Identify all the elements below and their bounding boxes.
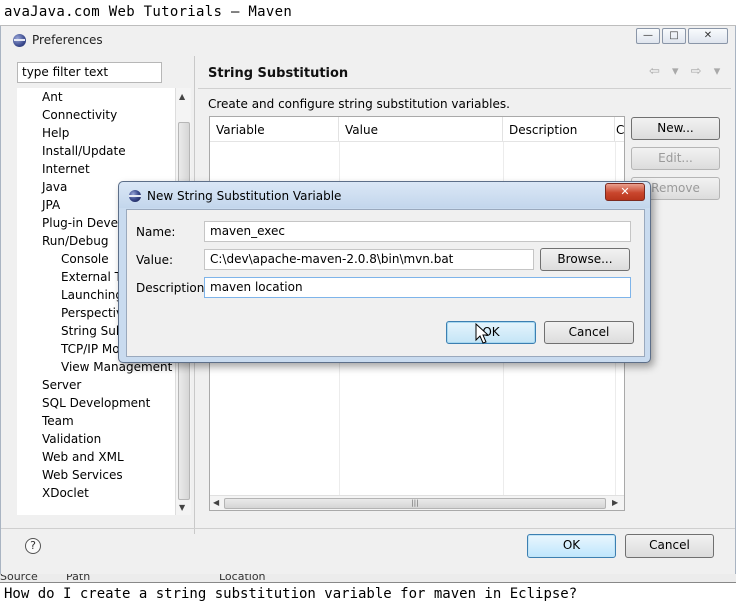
page-title: String Substitution — [208, 66, 349, 81]
name-field[interactable]: maven_exec — [204, 221, 631, 242]
tree-item-web-services[interactable]: Web Services — [42, 468, 123, 482]
tree-item-web-and-xml[interactable]: Web and XML — [42, 450, 124, 464]
column-header-c[interactable]: C — [610, 117, 624, 142]
tree-item-internet[interactable]: Internet — [42, 162, 90, 176]
eclipse-icon — [13, 34, 26, 47]
scroll-left-arrow-icon[interactable]: ◀ — [213, 498, 219, 507]
dialog-ok-button[interactable]: OK — [446, 321, 536, 344]
tree-item-server[interactable]: Server — [42, 378, 81, 392]
table-scroll-thumb[interactable]: ||| — [224, 498, 606, 509]
dialog-body: Name: maven_exec Value: C:\dev\apache-ma… — [126, 209, 645, 357]
tree-item-launching[interactable]: Launching — [61, 288, 123, 302]
filter-input[interactable]: type filter text — [17, 62, 162, 83]
tree-item-help[interactable]: Help — [42, 126, 69, 140]
new-button[interactable]: New... — [631, 117, 720, 140]
dialog-titlebar: New String Substitution Variable ✕ — [119, 182, 650, 208]
dialog-close-button[interactable]: ✕ — [605, 183, 645, 201]
tutorial-question-bar: How do I create a string substitution va… — [0, 582, 736, 606]
value-label: Value: — [136, 253, 173, 267]
dialog-title: New String Substitution Variable — [147, 189, 342, 203]
preferences-title: Preferences — [32, 33, 103, 47]
eclipse-icon — [129, 190, 141, 202]
tutorial-title: avaJava.com Web Tutorials – Maven — [4, 4, 293, 20]
tree-item-tcpip-monitor[interactable]: TCP/IP Mo — [61, 342, 120, 356]
tree-item-plugin-development[interactable]: Plug-in Develo — [42, 216, 129, 230]
column-header-description[interactable]: Description — [503, 117, 615, 142]
preferences-cancel-button[interactable]: Cancel — [625, 534, 714, 558]
scroll-right-arrow-icon[interactable]: ▶ — [612, 498, 618, 507]
preferences-ok-button[interactable]: OK — [527, 534, 616, 558]
column-header-variable[interactable]: Variable — [210, 117, 339, 142]
column-header-value[interactable]: Value — [339, 117, 503, 142]
tree-item-run-debug[interactable]: Run/Debug — [42, 234, 109, 248]
new-variable-dialog: New String Substitution Variable ✕ Name:… — [118, 181, 651, 363]
description-field[interactable]: maven location — [204, 277, 631, 298]
minimize-button[interactable]: — — [636, 28, 660, 44]
tree-item-install-update[interactable]: Install/Update — [42, 144, 126, 158]
tree-item-team[interactable]: Team — [42, 414, 74, 428]
page-divider — [198, 88, 731, 89]
tree-item-jpa[interactable]: JPA — [42, 198, 60, 212]
tree-item-ant[interactable]: Ant — [42, 90, 63, 104]
page-description: Create and configure string substitution… — [208, 97, 510, 111]
preferences-titlebar: Preferences — □ ✕ — [1, 26, 735, 54]
scroll-down-arrow-icon[interactable]: ▼ — [179, 503, 185, 512]
tree-item-xdoclet[interactable]: XDoclet — [42, 486, 89, 500]
browse-button[interactable]: Browse... — [540, 248, 630, 271]
tree-item-connectivity[interactable]: Connectivity — [42, 108, 117, 122]
tree-item-validation[interactable]: Validation — [42, 432, 101, 446]
dialog-cancel-button[interactable]: Cancel — [544, 321, 634, 344]
description-label: Description: — [136, 281, 209, 295]
edit-button[interactable]: Edit... — [631, 147, 720, 170]
button-bar-divider — [1, 528, 735, 529]
scroll-up-arrow-icon[interactable]: ▲ — [179, 92, 185, 101]
table-hscrollbar[interactable]: ◀ ||| ▶ — [210, 495, 624, 510]
maximize-button[interactable]: □ — [662, 28, 686, 44]
close-button[interactable]: ✕ — [688, 28, 728, 44]
value-field[interactable]: C:\dev\apache-maven-2.0.8\bin\mvn.bat — [204, 249, 534, 270]
tutorial-question: How do I create a string substitution va… — [4, 586, 578, 602]
tree-item-sql-development[interactable]: SQL Development — [42, 396, 150, 410]
tree-item-java[interactable]: Java — [42, 180, 67, 194]
tutorial-caption-bar: avaJava.com Web Tutorials – Maven — [0, 0, 736, 26]
history-nav-arrows-icon[interactable]: ⇦ ▾ ⇨ ▾ — [649, 64, 724, 79]
tree-item-console[interactable]: Console — [61, 252, 109, 266]
name-label: Name: — [136, 225, 176, 239]
mouse-cursor-icon — [475, 323, 489, 344]
help-icon[interactable]: ? — [25, 538, 41, 554]
